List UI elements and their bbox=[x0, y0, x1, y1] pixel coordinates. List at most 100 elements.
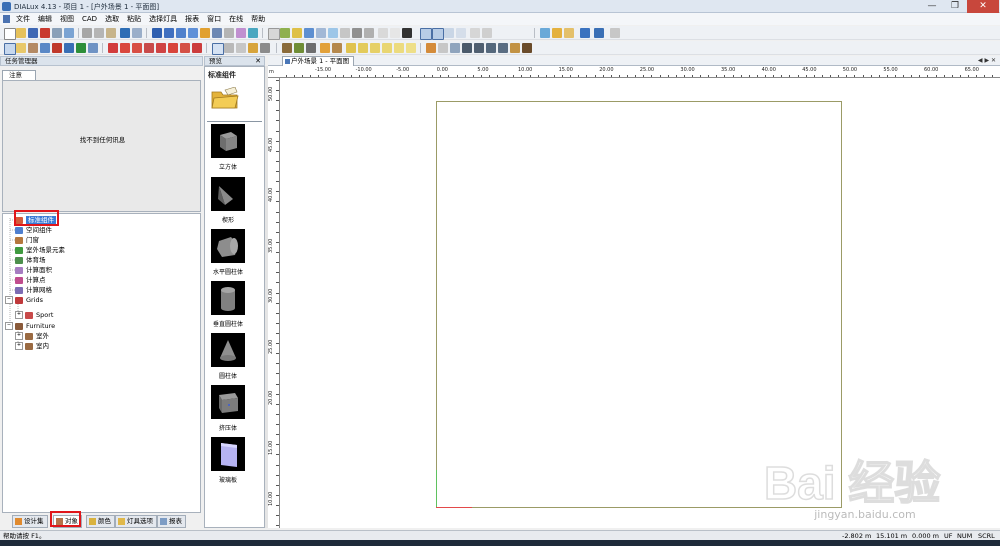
orbit-icon[interactable] bbox=[248, 43, 258, 53]
preview-close-icon[interactable]: ✕ bbox=[255, 57, 261, 66]
tab-design[interactable]: 设计集 bbox=[12, 515, 48, 528]
tree-item-indoor-furniture[interactable]: + 室内 bbox=[15, 341, 49, 351]
view-3d-icon[interactable] bbox=[152, 28, 162, 38]
collapse-toggle-icon[interactable]: − bbox=[5, 322, 13, 330]
insert-icon[interactable] bbox=[40, 43, 50, 53]
grid-icon[interactable] bbox=[304, 28, 314, 38]
new-file-icon[interactable] bbox=[4, 28, 16, 40]
tab-navigation[interactable]: ◀ ▶ ✕ bbox=[978, 56, 996, 65]
tab-reports[interactable]: 报表 bbox=[157, 515, 186, 528]
export-icon[interactable] bbox=[540, 28, 550, 38]
light-5-icon[interactable] bbox=[394, 43, 404, 53]
luminaire-select-icon[interactable] bbox=[292, 28, 302, 38]
open-folder-icon[interactable] bbox=[16, 28, 26, 38]
window-split-icon[interactable] bbox=[580, 28, 590, 38]
toolbar-item-icon[interactable] bbox=[390, 28, 400, 38]
luminaire-arrange-icon[interactable] bbox=[564, 28, 574, 38]
tab-colors[interactable]: 颜色 bbox=[86, 515, 115, 528]
cut-icon[interactable] bbox=[82, 28, 92, 38]
window-tile-icon[interactable] bbox=[594, 28, 604, 38]
save-icon[interactable] bbox=[28, 28, 38, 38]
mirror-icon[interactable] bbox=[120, 43, 130, 53]
toolbar-item-icon[interactable] bbox=[610, 28, 620, 38]
view-top-icon[interactable] bbox=[164, 28, 174, 38]
menu-paste[interactable]: 粘贴 bbox=[123, 13, 145, 25]
menu-select-luminaires[interactable]: 选择灯具 bbox=[145, 13, 181, 25]
light-1-icon[interactable] bbox=[346, 43, 356, 53]
view-front-icon[interactable] bbox=[176, 28, 186, 38]
measure-icon[interactable] bbox=[352, 28, 362, 38]
line-icon[interactable] bbox=[462, 43, 472, 53]
array-icon[interactable] bbox=[132, 43, 142, 53]
pen-icon[interactable] bbox=[402, 28, 412, 38]
toolbar-item-icon[interactable] bbox=[378, 28, 388, 38]
menu-file[interactable]: 文件 bbox=[12, 13, 34, 25]
component-extrusion[interactable]: 挤压体 bbox=[211, 385, 249, 432]
pan-icon[interactable] bbox=[236, 43, 246, 53]
tool-grid-icon[interactable] bbox=[88, 43, 98, 53]
view-mode-3-icon[interactable] bbox=[444, 28, 454, 38]
print-preview-icon[interactable] bbox=[64, 28, 74, 38]
undo-icon[interactable] bbox=[120, 28, 130, 38]
link-icon[interactable] bbox=[28, 43, 38, 53]
select-icon[interactable] bbox=[4, 43, 16, 55]
copy-line-icon[interactable] bbox=[144, 43, 154, 53]
tree-item-furniture[interactable]: − Furniture bbox=[5, 321, 55, 331]
snap-icon[interactable] bbox=[316, 28, 326, 38]
material-icon[interactable] bbox=[522, 43, 532, 53]
wireframe-icon[interactable] bbox=[224, 28, 234, 38]
print-icon[interactable] bbox=[52, 28, 62, 38]
tree-item-outdoor-furniture[interactable]: + 室外 bbox=[15, 331, 49, 341]
toolbar-item-icon[interactable] bbox=[470, 28, 480, 38]
hidden-icon[interactable] bbox=[340, 28, 350, 38]
component-glass-panel[interactable]: 玻璃板 bbox=[211, 437, 249, 484]
raytracer-icon[interactable] bbox=[248, 28, 258, 38]
edit-points-icon[interactable] bbox=[180, 43, 190, 53]
zoom-icon[interactable] bbox=[224, 43, 234, 53]
layer-icon[interactable] bbox=[328, 28, 338, 38]
menu-edit[interactable]: 编辑 bbox=[34, 13, 56, 25]
view-mode-2-icon[interactable] bbox=[432, 28, 444, 40]
tool-green-icon[interactable] bbox=[76, 43, 86, 53]
tree-item-outdoor-elements[interactable]: 室外场景元素 bbox=[15, 245, 65, 255]
component-horizontal-cylinder[interactable]: 水平圆柱体 bbox=[211, 229, 249, 276]
calculate-icon[interactable] bbox=[280, 28, 290, 38]
close-button[interactable]: ✕ bbox=[967, 0, 999, 13]
stop-icon[interactable] bbox=[364, 28, 374, 38]
light-scene-icon[interactable] bbox=[200, 28, 210, 38]
expand-toggle-icon[interactable]: + bbox=[15, 311, 23, 319]
calc-grid-tool-icon[interactable] bbox=[438, 43, 448, 53]
menu-view[interactable]: 视图 bbox=[56, 13, 78, 25]
minimize-button[interactable]: — bbox=[921, 0, 943, 13]
tree-item-calc-grid[interactable]: 计算网格 bbox=[15, 285, 52, 295]
spline-icon[interactable] bbox=[498, 43, 508, 53]
pointer-icon[interactable] bbox=[212, 43, 224, 55]
move-icon[interactable] bbox=[16, 43, 26, 53]
tree-item-door-window[interactable]: 门窗 bbox=[15, 235, 39, 245]
floor-icon[interactable] bbox=[332, 43, 342, 53]
paste-icon[interactable] bbox=[106, 28, 116, 38]
tree-item-calc-point[interactable]: 计算点 bbox=[15, 275, 46, 285]
component-cube[interactable]: 立方体 bbox=[211, 124, 249, 171]
menu-reports[interactable]: 报表 bbox=[181, 13, 203, 25]
menu-window[interactable]: 窗口 bbox=[203, 13, 225, 25]
pdf-icon[interactable] bbox=[40, 28, 50, 38]
copy-icon[interactable] bbox=[94, 28, 104, 38]
notes-tab[interactable]: 注意 bbox=[2, 70, 36, 80]
open-folder-icon[interactable] bbox=[211, 87, 239, 109]
curve-icon[interactable] bbox=[486, 43, 496, 53]
expand-toggle-icon[interactable]: + bbox=[15, 332, 23, 340]
furniture-tool-icon[interactable] bbox=[282, 43, 292, 53]
walk-icon[interactable] bbox=[260, 43, 270, 53]
view-mode-1-icon[interactable] bbox=[420, 28, 432, 40]
tree-item-calc-area[interactable]: 计算面积 bbox=[15, 265, 52, 275]
view-side-icon[interactable] bbox=[188, 28, 198, 38]
light-6-icon[interactable] bbox=[406, 43, 416, 53]
luminaire-tool-icon[interactable] bbox=[552, 28, 562, 38]
tool-blue-icon[interactable] bbox=[64, 43, 74, 53]
copy-circle-icon[interactable] bbox=[156, 43, 166, 53]
help-tool-icon[interactable] bbox=[168, 43, 178, 53]
calc-point-tool-icon[interactable] bbox=[450, 43, 460, 53]
color-view-icon[interactable] bbox=[236, 28, 246, 38]
menu-online[interactable]: 在线 bbox=[225, 13, 247, 25]
